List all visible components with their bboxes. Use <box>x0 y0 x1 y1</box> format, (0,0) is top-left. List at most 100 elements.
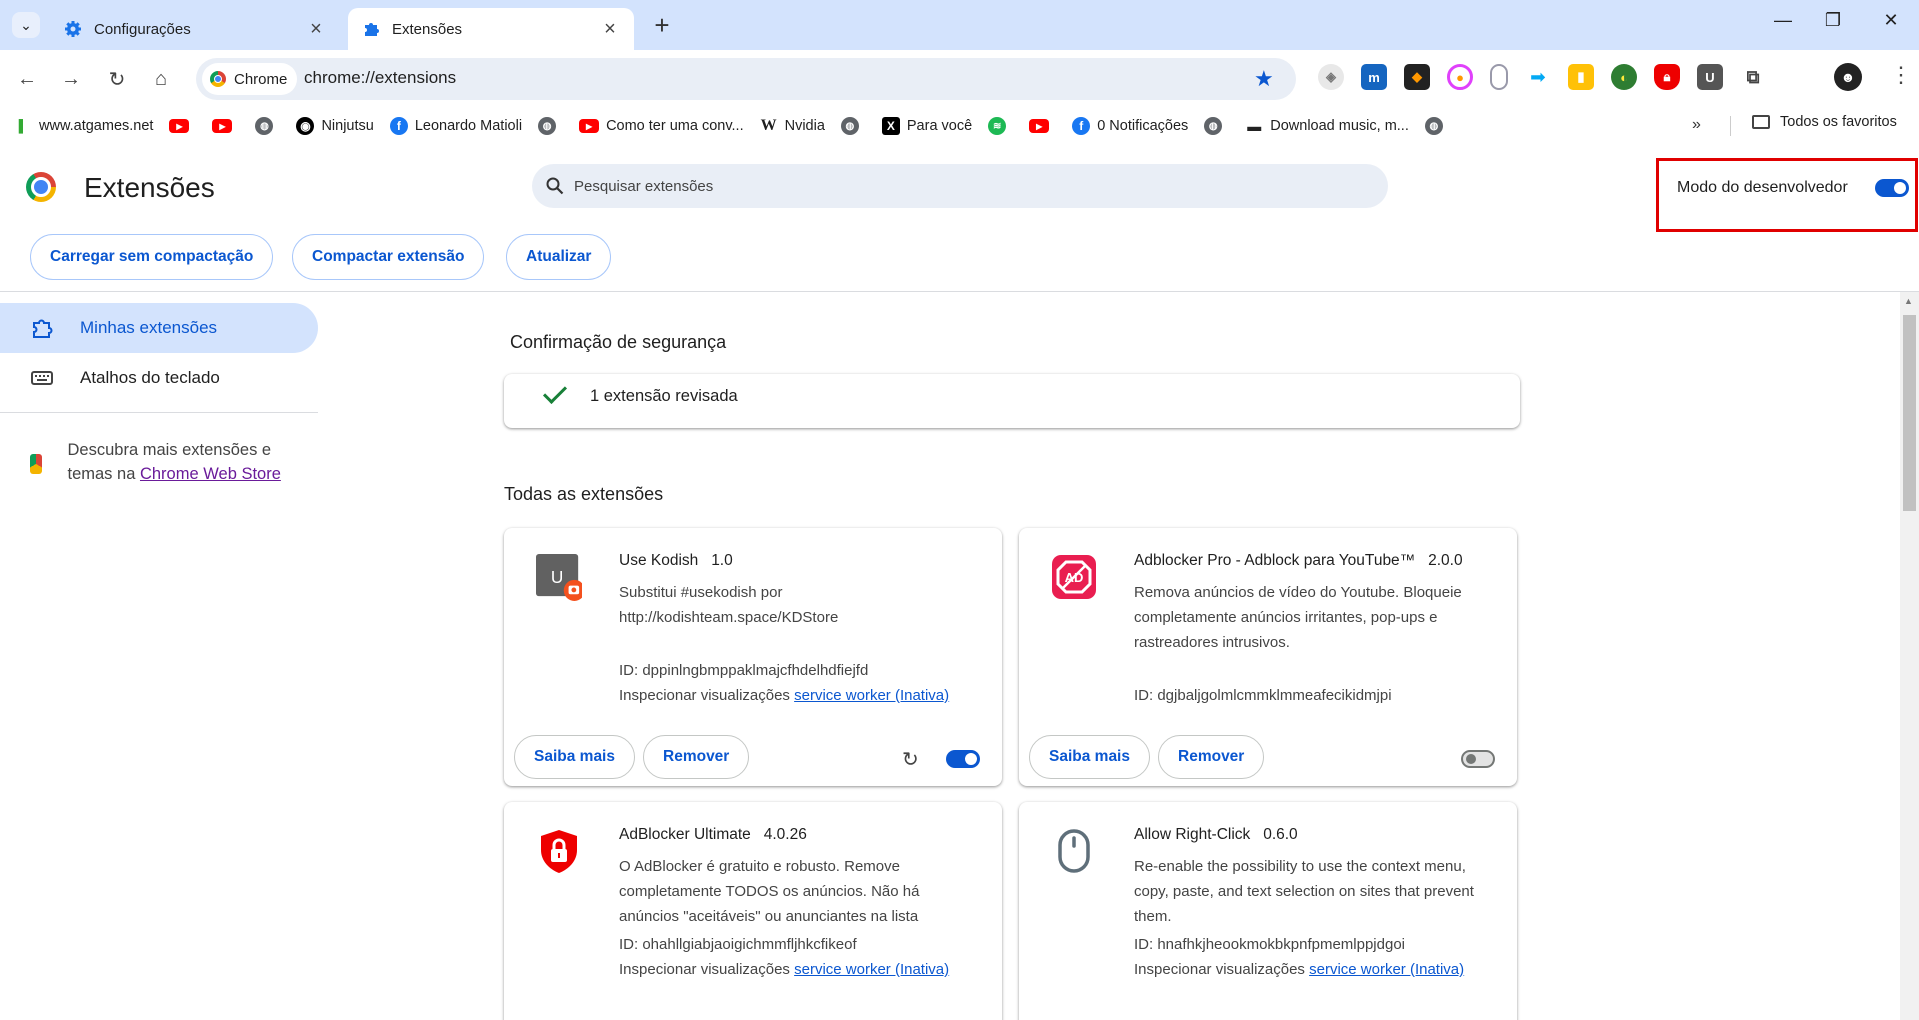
bookmark-item[interactable]: ◍ <box>1424 117 1450 135</box>
youtube-icon: ▶ <box>1029 119 1050 133</box>
web-store-link[interactable]: Chrome Web Store <box>140 465 281 483</box>
restore-button[interactable]: ❐ <box>1818 10 1848 31</box>
learn-more-button[interactable]: Saiba mais <box>514 735 635 779</box>
developer-mode-toggle[interactable] <box>1875 179 1909 197</box>
menu-icon[interactable]: ⋮ <box>1890 62 1912 88</box>
globe-icon: ◍ <box>840 117 859 135</box>
sidebar-item-my-extensions[interactable]: Minhas extensões <box>0 303 318 353</box>
tab-search-button[interactable]: ⌄ <box>12 12 40 38</box>
red-shield-icon[interactable]: 🔒︎ <box>1654 64 1680 90</box>
extension-id: ID: hnafhkjheookmokbkpnfpmemlppjdgoi <box>1134 936 1405 953</box>
address-bar[interactable]: Chrome chrome://extensions ★ <box>196 58 1296 100</box>
safety-check-card[interactable]: 1 extensão revisada <box>504 374 1520 428</box>
arrow-right-icon: → <box>61 67 81 90</box>
scrollbar-thumb[interactable] <box>1903 315 1916 511</box>
sidebar-item-shortcuts[interactable]: Atalhos do teclado <box>0 353 318 403</box>
extensions-header: Extensões Modo do desenvolvedor Carregar… <box>0 144 1919 292</box>
bookmark-item[interactable]: ≋ <box>988 117 1013 135</box>
extension-version: 4.0.26 <box>763 826 807 843</box>
bookmark-item[interactable]: X Para você <box>881 117 972 135</box>
tab-configuracoes[interactable]: Configurações × <box>50 8 340 50</box>
extension-card: AD Adblocker Pro - Adblock para YouTube™… <box>1019 528 1517 786</box>
bookmark-item[interactable]: ▌ www.atgames.net <box>14 117 154 135</box>
forward-button[interactable]: → <box>56 64 86 94</box>
shield-icon[interactable]: ◈ <box>1318 64 1344 90</box>
bookmarks-overflow-button[interactable]: » <box>1692 116 1701 134</box>
profile-avatar[interactable]: ☻ <box>1834 63 1862 91</box>
load-unpacked-button[interactable]: Carregar sem compactação <box>30 234 274 280</box>
bookmark-item[interactable]: ◍ <box>1204 117 1229 135</box>
all-bookmarks-folder[interactable]: Todos os favoritos <box>1752 114 1897 130</box>
u-icon[interactable]: U <box>1697 64 1723 90</box>
close-icon[interactable]: × <box>306 18 326 41</box>
learn-more-button[interactable]: Saiba mais <box>1029 735 1150 779</box>
search-extensions[interactable] <box>532 164 1388 208</box>
gear-icon <box>64 20 82 38</box>
bookmark-item[interactable]: ◍ <box>538 117 563 135</box>
extension-version: 1.0 <box>711 552 733 569</box>
puzzle-icon[interactable]: ⧉ <box>1740 64 1766 90</box>
bookmark-item[interactable]: W Nvidia <box>760 117 825 135</box>
service-worker-link[interactable]: service worker (Inativa) <box>1309 961 1464 978</box>
close-icon[interactable]: × <box>600 18 620 41</box>
bookmark-item[interactable]: ▬ Download music, m... <box>1245 117 1409 135</box>
extension-name-line: AdBlocker Ultimate 4.0.26 <box>619 826 807 844</box>
bookmark-item[interactable]: ▶ <box>169 119 196 133</box>
extension-name-line: Allow Right-Click 0.6.0 <box>1134 826 1298 844</box>
reload-button[interactable]: ↻ <box>102 64 132 94</box>
minimize-button[interactable]: — <box>1768 10 1798 31</box>
bookmark-item[interactable]: ▶ <box>1029 119 1056 133</box>
home-button[interactable]: ⌂ <box>146 64 176 94</box>
car-icon: ▬ <box>1247 118 1262 134</box>
extension-name: AdBlocker Ultimate <box>619 826 751 843</box>
back-button[interactable]: ← <box>12 64 42 94</box>
globe-icon: ◍ <box>1424 117 1443 135</box>
sidebar-divider <box>0 412 318 413</box>
bookmark-item[interactable]: ◍ <box>840 117 866 135</box>
update-button[interactable]: Atualizar <box>506 234 612 280</box>
sidebar-item-label: Minhas extensões <box>80 318 218 337</box>
remove-button[interactable]: Remover <box>643 735 750 779</box>
youtube-icon: ▶ <box>169 119 190 133</box>
bookmark-item[interactable]: ◉ Ninjutsu <box>296 117 374 135</box>
toolbar-extensions: ◈ m ◆ ● ➟ ▮ ◐ 🔒︎ U ⧉ <box>1318 64 1766 90</box>
reload-icon[interactable]: ↻ <box>902 747 919 772</box>
service-worker-link[interactable]: service worker (Inativa) <box>794 687 949 704</box>
arrow-left-icon: ← <box>17 67 37 90</box>
inspect-views: Inspecionar visualizações service worker… <box>1134 961 1464 978</box>
developer-mode-label: Modo do desenvolvedor <box>1677 179 1848 196</box>
globe-icon: ◍ <box>1204 117 1223 135</box>
bookmark-star-icon[interactable]: ★ <box>1254 66 1274 92</box>
arrow-icon[interactable]: ➟ <box>1525 64 1551 90</box>
remove-button[interactable]: Remover <box>1158 735 1265 779</box>
orange-diamond-icon[interactable]: ◆ <box>1404 64 1430 90</box>
blue-app-icon[interactable]: m <box>1361 64 1387 90</box>
tab-strip: ⌄ Configurações × Extensões × + — ❐ ✕ <box>0 0 1919 50</box>
bookmark-item[interactable]: f 0 Notificações <box>1072 117 1188 135</box>
tab-extensoes[interactable]: Extensões × <box>348 8 634 50</box>
pink-circle-icon[interactable]: ● <box>1447 64 1473 90</box>
extension-enable-toggle[interactable] <box>1461 750 1495 768</box>
bookmark-item[interactable]: ▶ Como ter uma conv... <box>579 118 744 134</box>
close-window-button[interactable]: ✕ <box>1876 10 1906 31</box>
site-chip[interactable]: Chrome <box>202 63 298 95</box>
bookmark-item[interactable]: f Leonardo Matioli <box>389 117 522 135</box>
inspect-label: Inspecionar visualizações <box>619 961 790 978</box>
scroll-up-icon[interactable]: ▲ <box>1904 296 1913 306</box>
extension-version: 2.0.0 <box>1428 552 1463 569</box>
search-input[interactable] <box>574 177 1274 195</box>
bookmark-item[interactable]: ◍ <box>255 117 280 135</box>
yellow-app-icon[interactable]: ▮ <box>1568 64 1594 90</box>
mouse-icon[interactable] <box>1490 64 1508 90</box>
bookmark-item[interactable]: ▶ <box>212 119 239 133</box>
new-tab-button[interactable]: + <box>650 10 674 41</box>
extension-name: Allow Right-Click <box>1134 826 1251 843</box>
extension-enable-toggle[interactable] <box>946 750 980 768</box>
web-store-promo: Descubra mais extensões e temas na Chrom… <box>30 438 310 486</box>
tab-label: Extensões <box>392 20 463 38</box>
globe-green-icon[interactable]: ◐ <box>1611 64 1637 90</box>
url-text[interactable]: chrome://extensions <box>304 68 456 88</box>
bookmark-label: 0 Notificações <box>1097 118 1189 134</box>
pack-extension-button[interactable]: Compactar extensão <box>292 234 485 280</box>
service-worker-link[interactable]: service worker (Inativa) <box>794 961 949 978</box>
